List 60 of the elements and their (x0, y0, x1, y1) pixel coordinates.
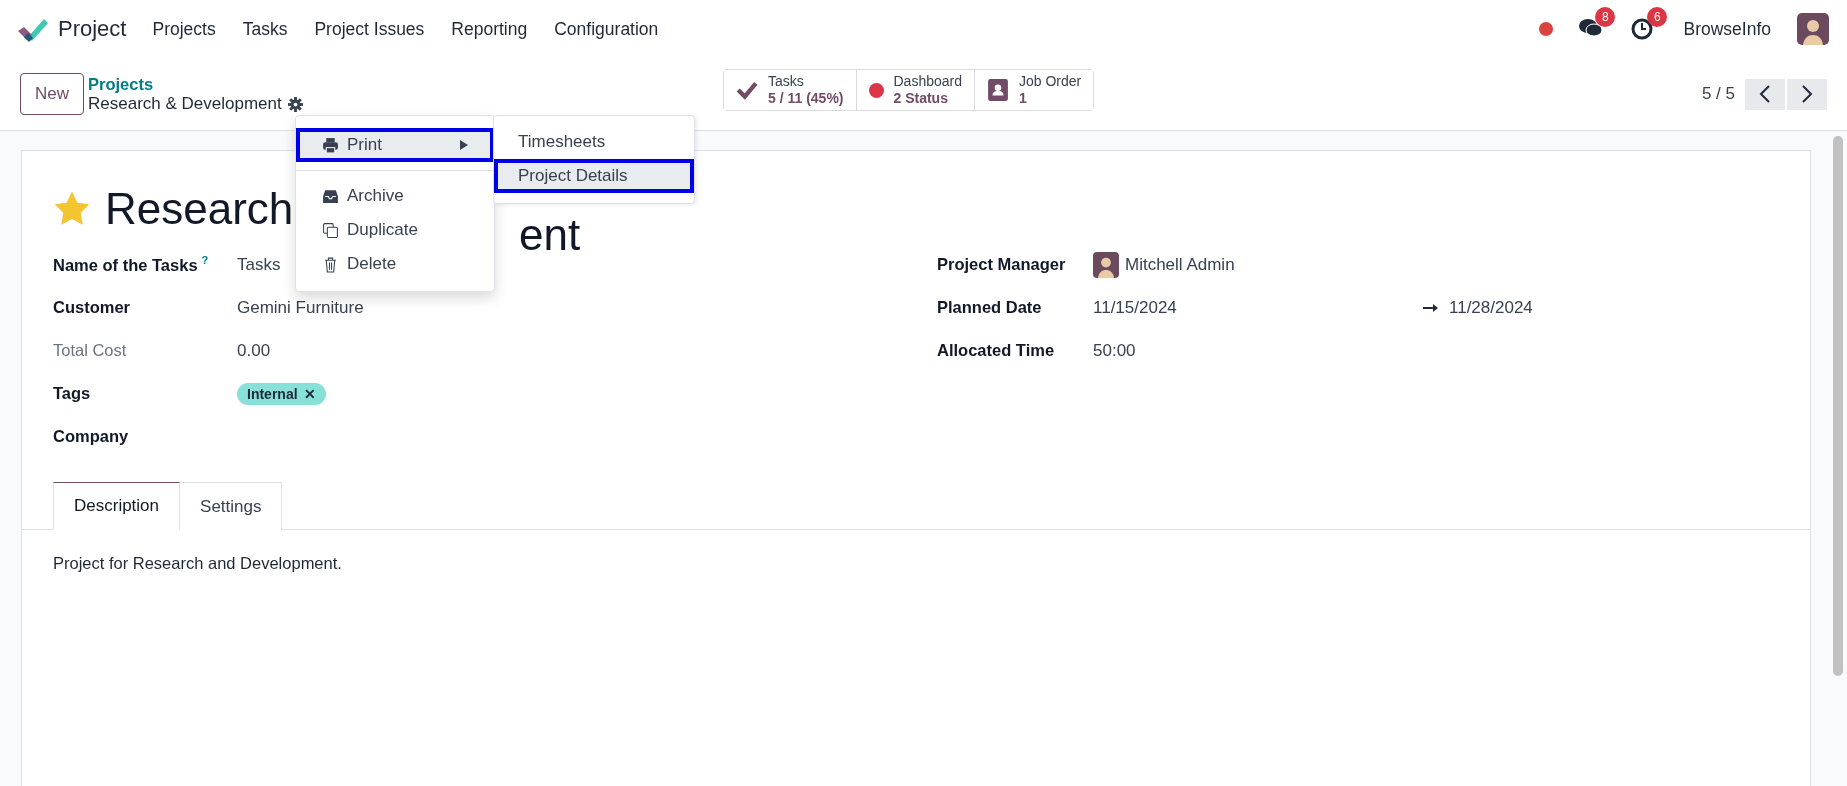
menu-item[interactable]: Duplicate (296, 213, 494, 247)
notification-badge: 8 (1595, 7, 1616, 27)
record-title: Research (105, 183, 294, 235)
tag: Internal ✕ (237, 382, 326, 405)
field-label: Total Cost (53, 341, 128, 360)
date-value[interactable]: 11/28/2024 (1449, 297, 1533, 318)
tab[interactable]: Settings (180, 482, 283, 530)
field-label: Planned Date (937, 298, 1043, 317)
pager-value: 5 / 5 (1701, 84, 1735, 104)
field-value: Mitchell Admin (1125, 254, 1235, 275)
menu-item[interactable]: Delete (296, 247, 494, 281)
user-name[interactable]: BrowseInfo (1683, 18, 1771, 40)
notification-badge: 6 (1647, 7, 1668, 27)
field-label: Company (53, 427, 130, 446)
field-value: 50:00 (1093, 340, 1136, 361)
nav-menu-item[interactable]: Reporting (451, 18, 528, 40)
next-button[interactable] (1787, 78, 1827, 110)
nav-menu-item[interactable]: Projects (152, 18, 216, 40)
star-icon[interactable] (53, 190, 91, 228)
copy-icon (322, 221, 339, 239)
menu-item[interactable]: Project Details (494, 159, 694, 193)
menu-item[interactable]: Timesheets (494, 125, 694, 159)
field-label: Customer (53, 298, 131, 317)
record-title: ent (519, 209, 581, 261)
avatar-icon (1093, 251, 1119, 278)
check-icon (736, 79, 758, 101)
breadcrumb-current: Research & Development (88, 94, 282, 114)
field-value: 0.00 (237, 340, 271, 361)
contact-book-icon (987, 79, 1009, 101)
field-label: Name of the Tasks $^{?}$ (53, 254, 210, 275)
nav-menu-item[interactable]: Project Issues (314, 18, 425, 40)
settings-icon[interactable] (287, 96, 303, 112)
smart-button[interactable]: Tasks 5 / 11 (45%) (724, 70, 857, 110)
menu-item[interactable]: Archive (296, 179, 494, 213)
field-value: Tasks (237, 254, 281, 275)
chevron-left-icon (1759, 85, 1771, 103)
date-value[interactable]: 11/15/2024 (1093, 297, 1423, 318)
trash-icon (322, 255, 339, 273)
field-label: Project Manager (937, 255, 1067, 274)
nav-menu-item[interactable]: Configuration (554, 18, 659, 40)
clock-icon[interactable] (1631, 18, 1654, 40)
nav-menu-item[interactable]: Tasks (242, 18, 288, 40)
scrollbar[interactable] (1833, 136, 1843, 676)
field-label: Tags (53, 384, 92, 403)
field-label: Allocated Time (937, 341, 1056, 360)
avatar-icon (1797, 13, 1829, 45)
menu-item[interactable]: Print (296, 128, 494, 162)
breadcrumb-link[interactable]: Projects (88, 74, 303, 94)
previous-button[interactable] (1745, 78, 1785, 110)
printer-icon (322, 136, 339, 154)
description-text: Project for Research and Development. (52, 553, 343, 574)
arrow-icon (1423, 302, 1439, 313)
tab[interactable]: Description (53, 482, 181, 530)
app-name[interactable]: Project (58, 16, 127, 42)
remove-icon[interactable]: ✕ (303, 385, 316, 402)
field-value: Gemini Furniture (237, 297, 364, 318)
inbox-icon (322, 187, 339, 205)
chevron-right-icon (1801, 85, 1813, 103)
new-button[interactable]: New (20, 73, 84, 115)
status-dot[interactable] (1539, 22, 1554, 36)
